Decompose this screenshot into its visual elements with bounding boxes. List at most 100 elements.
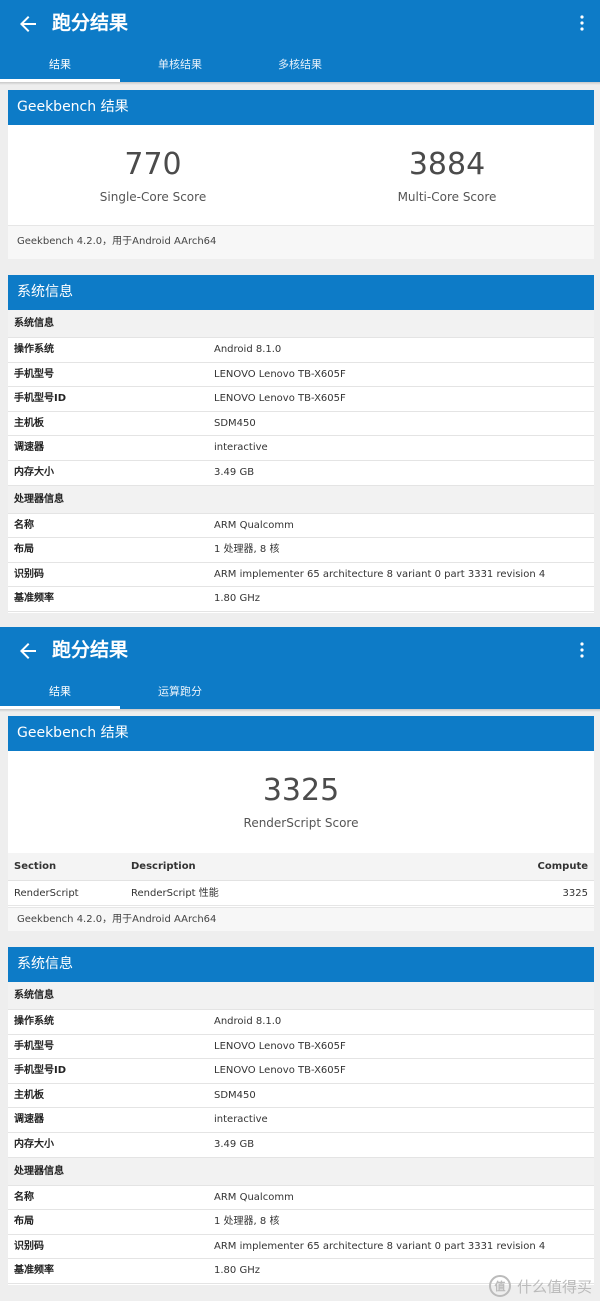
system-info-card: 系统信息 系统信息 操作系统 Android 8.1.0 手机型号 LENOVO L… (8, 275, 594, 613)
info-key: 基准频率 (14, 593, 54, 605)
info-value: ARM implementer 65 architecture 8 varian… (214, 1240, 546, 1252)
single-core-score-value: 770 (124, 147, 182, 182)
info-value: SDM450 (214, 1089, 256, 1101)
screen-single-multi: 跑分结果 结果 单核结果 多核结果 Geekbench 结果 770 Singl… (0, 0, 600, 622)
tab-results[interactable]: 结果 (0, 675, 120, 709)
version-note: Geekbench 4.2.0，用于Android AArch64 (8, 225, 594, 259)
section-header-system: 系统信息 (8, 982, 594, 1010)
section-title: 处理器信息 (14, 1165, 64, 1177)
watermark: 值 什么值得买 (488, 1275, 592, 1297)
app-bar: 跑分结果 结果 运算跑分 (0, 627, 600, 709)
tab-results[interactable]: 结果 (0, 48, 120, 82)
info-key: 基准频率 (14, 1265, 54, 1277)
info-key: 主机板 (14, 417, 44, 429)
arrow-back-icon[interactable] (16, 12, 40, 36)
info-row-identifier: 识别码 ARM implementer 65 architecture 8 var… (8, 1234, 594, 1260)
info-key: 名称 (14, 519, 34, 531)
card-header: Geekbench 结果 (8, 716, 594, 751)
tab-compute[interactable]: 运算跑分 (120, 675, 240, 709)
info-row-topology: 布局 1 处理器, 8 核 (8, 538, 594, 563)
info-key: 内存大小 (14, 466, 54, 478)
arrow-back-icon[interactable] (16, 639, 40, 663)
info-key: 操作系统 (14, 1016, 54, 1027)
watermark-text: 什么值得买 (516, 1277, 592, 1296)
info-value: ARM Qualcomm (214, 519, 294, 531)
tab-bar: 结果 运算跑分 (0, 675, 600, 709)
info-value: Android 8.1.0 (214, 1016, 282, 1027)
geekbench-result-card: Geekbench 结果 3325 RenderScript Score Sec… (8, 716, 594, 931)
screen-compute: 跑分结果 结果 运算跑分 Geekbench 结果 3325 RenderScr… (0, 627, 600, 1301)
section-title: 系统信息 (14, 990, 54, 1001)
info-row-memory: 内存大小 3.49 GB (8, 1132, 594, 1158)
column-header-compute: Compute (537, 861, 588, 872)
section-title: 系统信息 (14, 318, 54, 329)
card-header: 系统信息 (8, 947, 594, 982)
info-row-cpu-name: 名称 ARM Qualcomm (8, 1185, 594, 1211)
renderscript-score: 3325 RenderScript Score (201, 773, 401, 830)
tab-multi-core[interactable]: 多核结果 (240, 48, 360, 82)
single-core-score: 770 Single-Core Score (63, 147, 243, 204)
info-key: 识别码 (14, 1240, 44, 1252)
multi-core-score: 3884 Multi-Core Score (357, 147, 537, 204)
info-row-os: 操作系统 Android 8.1.0 (8, 1010, 594, 1035)
info-row-topology: 布局 1 处理器, 8 核 (8, 1210, 594, 1235)
info-row-motherboard: 主机板 SDM450 (8, 411, 594, 437)
info-value: interactive (214, 442, 268, 454)
info-row-governor: 调速器 interactive (8, 436, 594, 461)
info-value: 1 处理器, 8 核 (214, 1216, 280, 1228)
info-row-governor: 调速器 interactive (8, 1108, 594, 1133)
info-key: 主机板 (14, 1089, 44, 1101)
info-row-model: 手机型号 LENOVO Lenovo TB-X605F (8, 1034, 594, 1060)
app-bar-shadow (0, 82, 600, 85)
info-value: 1.80 GHz (214, 1265, 260, 1277)
table-cell: RenderScript 性能 (131, 888, 219, 899)
info-value: SDM450 (214, 417, 256, 429)
page-title: 跑分结果 (52, 639, 129, 661)
info-row-cpu-name: 名称 ARM Qualcomm (8, 513, 594, 539)
info-value: LENOVO Lenovo TB-X605F (214, 1065, 346, 1077)
info-key: 手机型号ID (14, 1065, 67, 1077)
table-header: Section Description Compute (8, 853, 594, 881)
renderscript-score-label: RenderScript Score (243, 816, 359, 830)
more-vert-icon[interactable] (578, 641, 586, 659)
info-value: 3.49 GB (214, 1138, 255, 1150)
info-key: 手机型号ID (14, 393, 67, 405)
section-title: 处理器信息 (14, 493, 64, 505)
tab-single-core[interactable]: 单核结果 (120, 48, 240, 82)
section-header-processor: 处理器信息 (8, 1157, 594, 1186)
info-key: 手机型号 (14, 1040, 54, 1052)
info-value: LENOVO Lenovo TB-X605F (214, 368, 346, 380)
info-row-model-id: 手机型号ID LENOVO Lenovo TB-X605F (8, 387, 594, 412)
info-value: ARM Qualcomm (214, 1191, 294, 1203)
info-value: interactive (214, 1114, 268, 1126)
info-value: 1.80 GHz (214, 593, 260, 605)
info-key: 调速器 (14, 442, 44, 454)
info-key: 内存大小 (14, 1138, 54, 1150)
info-key: 手机型号 (14, 368, 54, 380)
column-header-description: Description (131, 861, 196, 872)
app-bar-shadow (0, 709, 600, 712)
table-cell: RenderScript (14, 888, 79, 899)
info-value: Android 8.1.0 (214, 344, 282, 355)
section-header-system: 系统信息 (8, 310, 594, 338)
compute-table: Section Description Compute RenderScript… (8, 853, 594, 906)
info-value: LENOVO Lenovo TB-X605F (214, 393, 346, 405)
more-vert-icon[interactable] (578, 14, 586, 32)
table-cell: 3325 (562, 888, 588, 899)
info-key: 调速器 (14, 1114, 44, 1126)
single-core-score-label: Single-Core Score (99, 190, 207, 204)
card-header: 系统信息 (8, 275, 594, 310)
card-header: Geekbench 结果 (8, 90, 594, 125)
info-key: 布局 (14, 544, 34, 556)
section-header-processor: 处理器信息 (8, 485, 594, 514)
watermark-logo-icon: 值 (488, 1275, 511, 1297)
info-value: ARM implementer 65 architecture 8 varian… (214, 568, 546, 580)
column-header-section: Section (14, 861, 57, 872)
info-key: 操作系统 (14, 344, 54, 355)
multi-core-score-value: 3884 (408, 147, 486, 182)
page-title: 跑分结果 (52, 12, 129, 34)
info-key: 识别码 (14, 568, 44, 580)
tab-bar: 结果 单核结果 多核结果 (0, 48, 600, 82)
info-row-model: 手机型号 LENOVO Lenovo TB-X605F (8, 362, 594, 388)
info-key: 名称 (14, 1191, 34, 1203)
